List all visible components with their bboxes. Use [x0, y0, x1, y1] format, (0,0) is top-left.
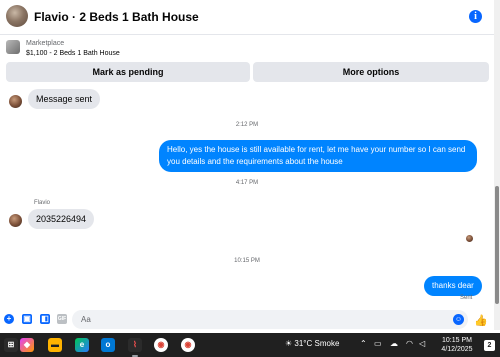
chrome-icon[interactable]: ◉	[154, 338, 168, 352]
plus-icon[interactable]: +	[4, 314, 14, 324]
app-icon[interactable]: ⌇	[128, 338, 142, 352]
weather-text: 31°C Smoke	[294, 339, 340, 348]
more-options-button[interactable]: More options	[253, 62, 489, 82]
mark-as-pending-button[interactable]: Mark as pending	[6, 62, 250, 82]
contact-avatar-small[interactable]	[9, 95, 22, 108]
conversation-title[interactable]: Flavio · 2 Beds 1 Bath House	[34, 10, 199, 24]
message-thread: Message sent 2:12 PM Hello, yes the hous…	[0, 85, 494, 305]
message-line: Hello, yes the house is still available …	[167, 145, 466, 154]
message-line: you details and the requirements about t…	[167, 157, 343, 166]
system-clock[interactable]: 10:15 PM 4/12/2025	[436, 336, 478, 354]
chat-header: Flavio · 2 Beds 1 Bath House i	[0, 0, 500, 35]
file-explorer-icon[interactable]: ▬	[48, 338, 62, 352]
listing-thumbnail[interactable]	[6, 40, 20, 54]
wifi-icon[interactable]: ◠	[406, 339, 413, 348]
scrollbar-thumb[interactable]	[495, 186, 499, 304]
notification-tray-icon[interactable]: ▭	[374, 339, 382, 348]
incoming-message[interactable]: Message sent	[28, 89, 101, 109]
sender-name: Flavio	[34, 200, 51, 206]
contact-avatar-small[interactable]	[9, 214, 22, 227]
chevron-up-icon[interactable]: ⌃	[360, 339, 367, 348]
clock-date: 4/12/2025	[441, 346, 473, 353]
timestamp: 2:12 PM	[235, 122, 259, 128]
incoming-message[interactable]: 2035226494	[28, 209, 95, 229]
message-composer: + ▣ ◧ GIF Aa ☺ 👍	[0, 306, 494, 333]
like-icon[interactable]: 👍	[474, 314, 488, 327]
listing-source: Marketplace	[26, 40, 65, 47]
weather-widget[interactable]: ☀ 31°C Smoke	[285, 339, 339, 348]
timestamp: 4:17 PM	[235, 180, 259, 186]
contact-avatar[interactable]	[6, 5, 28, 27]
onedrive-icon[interactable]: ☁	[390, 339, 398, 348]
sent-status: Sent	[460, 295, 473, 301]
outlook-icon[interactable]: o	[101, 338, 115, 352]
seen-indicator-avatar	[466, 235, 473, 242]
listing-summary[interactable]: $1,100 - 2 Beds 1 Bath House	[26, 50, 120, 57]
notification-badge[interactable]: 2	[484, 340, 495, 351]
taskbar: ⊞ ◆ ▬ e o ⌇ ◉ ◉ ☀ 31°C Smoke ⌃ ▭ ☁ ◠ ◁ 1…	[0, 333, 500, 357]
emoji-icon[interactable]: ☺	[453, 314, 464, 325]
edge-icon[interactable]: e	[75, 338, 89, 352]
message-placeholder: Aa	[81, 315, 91, 324]
sticker-icon[interactable]: ◧	[40, 314, 50, 324]
photo-icon[interactable]: ▣	[22, 314, 32, 324]
clock-time: 10:15 PM	[442, 337, 472, 344]
info-icon[interactable]: i	[469, 10, 482, 23]
windows-start-icon[interactable]: ⊞	[4, 338, 18, 352]
gif-icon[interactable]: GIF	[57, 314, 67, 324]
message-input[interactable]: Aa ☺	[72, 310, 468, 329]
outgoing-message[interactable]: thanks dear	[424, 276, 482, 296]
timestamp: 10:15 PM	[234, 258, 260, 264]
copilot-icon[interactable]: ◆	[20, 338, 34, 352]
sun-icon: ☀	[285, 339, 295, 348]
chrome-profile-icon[interactable]: ◉	[181, 338, 195, 352]
outgoing-message[interactable]: Hello, yes the house is still available …	[159, 140, 477, 172]
volume-icon[interactable]: ◁	[419, 339, 425, 348]
